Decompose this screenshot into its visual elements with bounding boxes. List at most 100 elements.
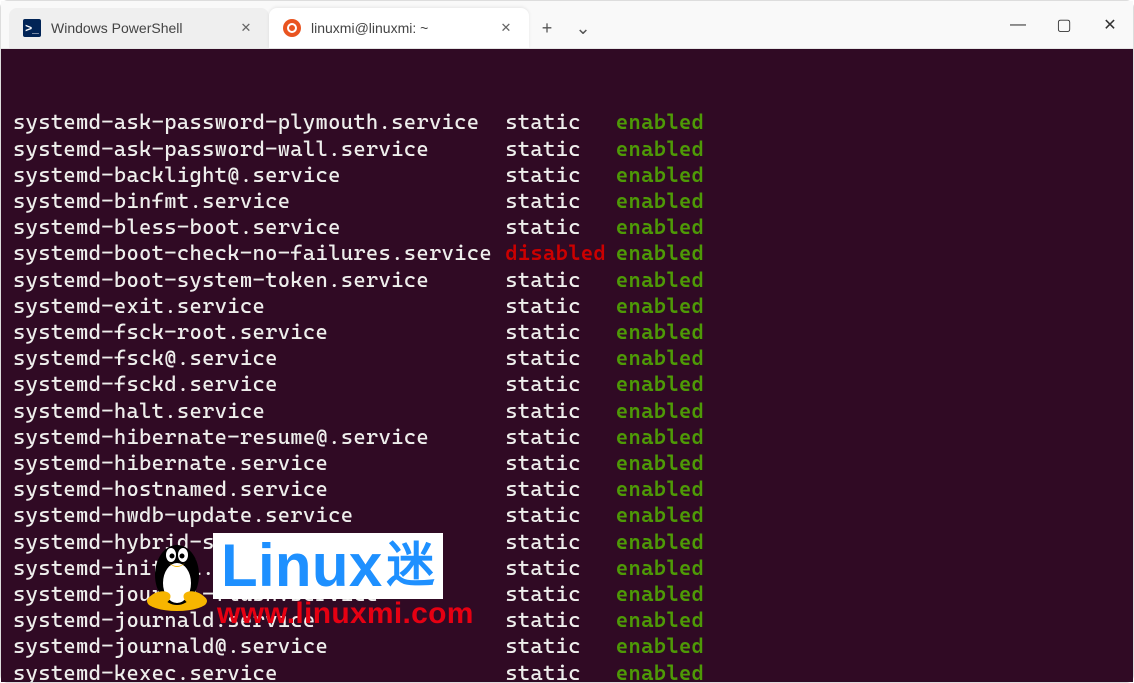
service-vendor-preset: enabled bbox=[616, 188, 704, 214]
service-name: systemd-journald.service bbox=[13, 607, 505, 633]
service-vendor-preset: enabled bbox=[616, 633, 704, 659]
service-row: systemd-boot-system-token.servicestatice… bbox=[13, 267, 1121, 293]
service-row: systemd-hibernate-resume@.servicestatice… bbox=[13, 424, 1121, 450]
service-vendor-preset: enabled bbox=[616, 450, 704, 476]
service-vendor-preset: enabled bbox=[616, 660, 704, 682]
service-vendor-preset: enabled bbox=[616, 319, 704, 345]
service-vendor-preset: enabled bbox=[616, 109, 704, 135]
service-state: static bbox=[505, 319, 616, 345]
tab-title: Windows PowerShell bbox=[51, 20, 227, 36]
service-row: systemd-journald@.servicestaticenabled bbox=[13, 633, 1121, 659]
service-vendor-preset: enabled bbox=[616, 345, 704, 371]
service-name: systemd-hwdb-update.service bbox=[13, 502, 505, 528]
tab-strip: >_ Windows PowerShell ✕ linuxmi@linuxmi:… bbox=[1, 1, 601, 48]
close-icon[interactable]: ✕ bbox=[237, 19, 255, 37]
service-vendor-preset: enabled bbox=[616, 371, 704, 397]
service-vendor-preset: enabled bbox=[616, 476, 704, 502]
close-icon: ✕ bbox=[1103, 15, 1116, 35]
service-state: static bbox=[505, 162, 616, 188]
service-name: systemd-exit.service bbox=[13, 293, 505, 319]
service-vendor-preset: enabled bbox=[616, 424, 704, 450]
service-state: disabled bbox=[505, 240, 616, 266]
new-tab-button[interactable]: + bbox=[529, 8, 565, 48]
tab-dropdown-button[interactable]: ⌄ bbox=[565, 8, 601, 48]
service-row: systemd-initctl.servicestaticenabled bbox=[13, 555, 1121, 581]
service-row: systemd-bless-boot.servicestaticenabled bbox=[13, 214, 1121, 240]
service-name: systemd-hibernate.service bbox=[13, 450, 505, 476]
service-name: systemd-journald@.service bbox=[13, 633, 505, 659]
service-row: systemd-boot-check-no-failures.servicedi… bbox=[13, 240, 1121, 266]
tab-title: linuxmi@linuxmi: ~ bbox=[311, 20, 487, 36]
service-name: systemd-fsck-root.service bbox=[13, 319, 505, 345]
service-vendor-preset: enabled bbox=[616, 162, 704, 188]
service-state: static bbox=[505, 188, 616, 214]
service-vendor-preset: enabled bbox=[616, 267, 704, 293]
service-name: systemd-hostnamed.service bbox=[13, 476, 505, 502]
minimize-icon: — bbox=[1010, 16, 1026, 34]
service-vendor-preset: enabled bbox=[616, 581, 704, 607]
maximize-icon: ▢ bbox=[1056, 15, 1071, 35]
service-name: systemd-fsck@.service bbox=[13, 345, 505, 371]
tab-linuxmi[interactable]: linuxmi@linuxmi: ~ ✕ bbox=[269, 8, 529, 48]
service-row: systemd-hostnamed.servicestaticenabled bbox=[13, 476, 1121, 502]
service-state: static bbox=[505, 345, 616, 371]
service-row: systemd-backlight@.servicestaticenabled bbox=[13, 162, 1121, 188]
powershell-icon: >_ bbox=[23, 19, 41, 37]
service-row: systemd-hybrid-sleep.servicestaticenable… bbox=[13, 529, 1121, 555]
service-row: systemd-halt.servicestaticenabled bbox=[13, 398, 1121, 424]
service-state: static bbox=[505, 633, 616, 659]
service-state: static bbox=[505, 607, 616, 633]
close-button[interactable]: ✕ bbox=[1087, 5, 1133, 45]
service-state: static bbox=[505, 214, 616, 240]
close-icon[interactable]: ✕ bbox=[497, 19, 515, 37]
window-controls: — ▢ ✕ bbox=[995, 1, 1133, 48]
service-name: systemd-binfmt.service bbox=[13, 188, 505, 214]
service-name: systemd-bless-boot.service bbox=[13, 214, 505, 240]
terminal-pane[interactable]: systemd-ask-password-plymouth.servicesta… bbox=[1, 49, 1133, 682]
service-state: static bbox=[505, 581, 616, 607]
chevron-down-icon: ⌄ bbox=[575, 18, 590, 39]
service-state: static bbox=[505, 424, 616, 450]
service-name: systemd-hibernate-resume@.service bbox=[13, 424, 505, 450]
service-state: static bbox=[505, 450, 616, 476]
maximize-button[interactable]: ▢ bbox=[1041, 5, 1087, 45]
service-state: static bbox=[505, 398, 616, 424]
service-name: systemd-journal-flush.service bbox=[13, 581, 505, 607]
service-row: systemd-fsck@.servicestaticenabled bbox=[13, 345, 1121, 371]
service-row: systemd-fsckd.servicestaticenabled bbox=[13, 371, 1121, 397]
service-state: static bbox=[505, 476, 616, 502]
ubuntu-icon bbox=[283, 19, 301, 37]
minimize-button[interactable]: — bbox=[995, 5, 1041, 45]
service-state: static bbox=[505, 660, 616, 682]
service-state: static bbox=[505, 502, 616, 528]
service-vendor-preset: enabled bbox=[616, 136, 704, 162]
service-state: static bbox=[505, 529, 616, 555]
plus-icon: + bbox=[542, 18, 553, 39]
service-row: systemd-hwdb-update.servicestaticenabled bbox=[13, 502, 1121, 528]
service-state: static bbox=[505, 371, 616, 397]
service-name: systemd-kexec.service bbox=[13, 660, 505, 682]
service-state: static bbox=[505, 555, 616, 581]
service-state: static bbox=[505, 293, 616, 319]
service-vendor-preset: enabled bbox=[616, 240, 704, 266]
service-name: systemd-ask-password-plymouth.service bbox=[13, 109, 505, 135]
service-row: systemd-hibernate.servicestaticenabled bbox=[13, 450, 1121, 476]
service-state: static bbox=[505, 136, 616, 162]
service-vendor-preset: enabled bbox=[616, 555, 704, 581]
service-row: systemd-journald.servicestaticenabled bbox=[13, 607, 1121, 633]
service-name: systemd-boot-system-token.service bbox=[13, 267, 505, 293]
titlebar: >_ Windows PowerShell ✕ linuxmi@linuxmi:… bbox=[1, 1, 1133, 49]
service-vendor-preset: enabled bbox=[616, 529, 704, 555]
service-name: systemd-fsckd.service bbox=[13, 371, 505, 397]
service-vendor-preset: enabled bbox=[616, 398, 704, 424]
service-row: systemd-binfmt.servicestaticenabled bbox=[13, 188, 1121, 214]
service-name: systemd-initctl.service bbox=[13, 555, 505, 581]
service-list: systemd-ask-password-plymouth.servicesta… bbox=[13, 109, 1121, 682]
service-vendor-preset: enabled bbox=[616, 607, 704, 633]
service-row: systemd-ask-password-wall.servicestatice… bbox=[13, 136, 1121, 162]
tab-powershell[interactable]: >_ Windows PowerShell ✕ bbox=[9, 8, 269, 48]
service-row: systemd-fsck-root.servicestaticenabled bbox=[13, 319, 1121, 345]
service-vendor-preset: enabled bbox=[616, 502, 704, 528]
service-state: static bbox=[505, 109, 616, 135]
service-name: systemd-hybrid-sleep.service bbox=[13, 529, 505, 555]
